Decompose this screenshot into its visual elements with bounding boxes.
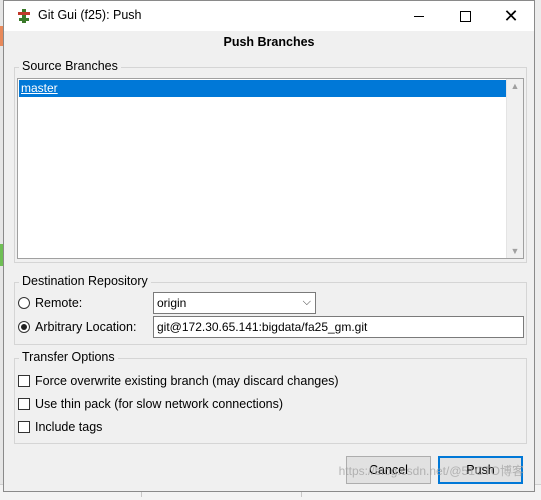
include-tags-checkbox[interactable] <box>18 421 30 433</box>
maximize-icon <box>459 10 471 22</box>
git-gui-app-icon <box>18 9 30 23</box>
remote-select[interactable]: origin ⌵ <box>153 292 316 314</box>
dialog-heading: Push Branches <box>223 35 315 49</box>
minimize-icon <box>414 15 424 17</box>
arbitrary-location-label: Arbitrary Location: <box>35 320 137 334</box>
maximize-button[interactable] <box>442 1 488 31</box>
include-tags-option[interactable]: Include tags <box>18 420 102 434</box>
branch-listbox[interactable]: master ▲ ▼ <box>17 78 524 259</box>
thin-pack-option[interactable]: Use thin pack (for slow network connecti… <box>18 397 283 411</box>
arbitrary-location-radio[interactable] <box>18 321 30 333</box>
transfer-options-legend: Transfer Options <box>19 350 118 364</box>
force-overwrite-label: Force overwrite existing branch (may dis… <box>35 374 339 388</box>
minimize-button[interactable] <box>396 1 442 31</box>
remote-radio[interactable] <box>18 297 30 309</box>
source-branches-legend: Source Branches <box>19 59 121 73</box>
force-overwrite-checkbox[interactable] <box>18 375 30 387</box>
remote-label: Remote: <box>35 296 83 310</box>
include-tags-label: Include tags <box>35 420 103 434</box>
arbitrary-radio-row[interactable]: Arbitrary Location: <box>18 320 136 334</box>
close-icon: ✕ <box>503 6 519 26</box>
title-bar[interactable]: Git Gui (f25): Push ✕ <box>4 1 534 31</box>
arbitrary-location-input[interactable]: git@172.30.65.141:bigdata/fa25_gm.git <box>153 316 524 338</box>
scroll-up-icon[interactable]: ▲ <box>507 81 523 91</box>
force-overwrite-option[interactable]: Force overwrite existing branch (may dis… <box>18 374 339 388</box>
chevron-down-icon: ⌵ <box>302 296 311 308</box>
remote-select-value: origin <box>157 296 187 310</box>
source-branches-group: Source Branches master ▲ ▼ <box>14 59 527 263</box>
listbox-scrollbar[interactable]: ▲ ▼ <box>506 79 523 258</box>
thin-pack-checkbox[interactable] <box>18 398 30 410</box>
branch-list-item[interactable]: master <box>19 80 508 97</box>
destination-repository-legend: Destination Repository <box>19 274 151 288</box>
remote-radio-row[interactable]: Remote: <box>18 296 82 310</box>
close-button[interactable]: ✕ <box>488 1 534 31</box>
push-dialog-window: Git Gui (f25): Push ✕ Push Branches Sour… <box>3 0 535 492</box>
thin-pack-label: Use thin pack (for slow network connecti… <box>35 397 284 411</box>
window-title: Git Gui (f25): Push <box>38 8 142 22</box>
scroll-down-icon[interactable]: ▼ <box>507 246 523 256</box>
arbitrary-location-value: git@172.30.65.141:bigdata/fa25_gm.git <box>157 320 368 334</box>
watermark-text: https://blog.csdn.net/@51CTO博客 <box>338 464 524 478</box>
